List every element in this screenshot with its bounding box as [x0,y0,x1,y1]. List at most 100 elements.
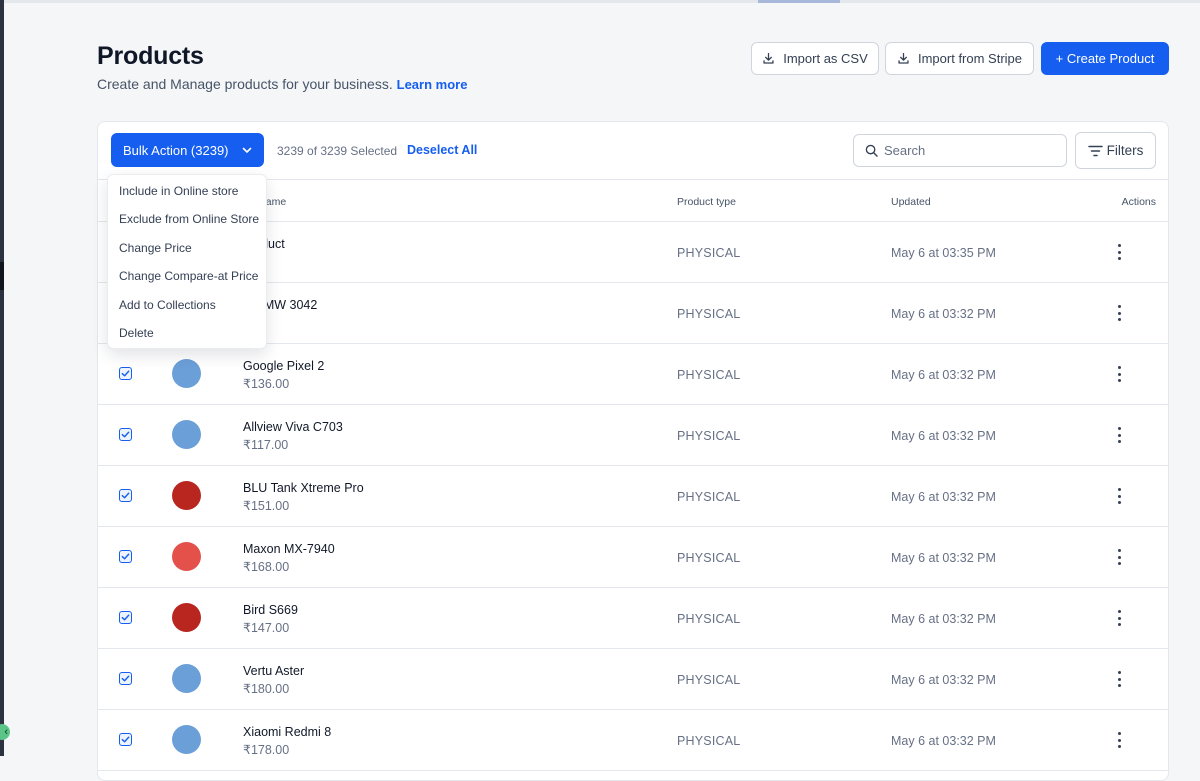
product-updated: May 6 at 03:35 PM [891,246,996,260]
more-actions-icon[interactable] [1114,488,1124,504]
more-actions-icon[interactable] [1114,671,1124,687]
column-header-type[interactable]: Product type [677,196,736,208]
filters-button[interactable]: Filters [1075,132,1156,169]
more-actions-icon[interactable] [1114,366,1124,382]
create-product-label: + Create Product [1055,51,1155,66]
page-title: Products [97,42,204,70]
table-row[interactable]: BLU Tank Xtreme Pro ₹151.00 PHYSICAL May 6 … [98,466,1168,527]
bulk-action-label: Bulk Action (3239) [123,142,229,158]
product-name[interactable]: Allview Viva C703 [243,420,343,434]
more-actions-icon[interactable] [1114,732,1124,748]
product-thumbnail [172,664,201,693]
import-stripe-label: Import from Stripe [917,51,1023,66]
menu-item-delete[interactable]: Delete [108,319,266,347]
check-icon [121,492,130,499]
download-icon [898,52,909,64]
chevron-down-icon [242,147,251,153]
menu-item-change-compare-price[interactable]: Change Compare-at Price [108,262,266,290]
product-type: PHYSICAL [677,307,741,321]
product-name[interactable]: Bird S669 [243,603,298,617]
more-actions-icon[interactable] [1114,427,1124,443]
column-header-updated[interactable]: Updated [891,196,931,208]
import-csv-label: Import as CSV [783,51,868,66]
menu-item-exclude-online-store[interactable]: Exclude from Online Store [108,205,266,233]
import-stripe-button[interactable]: Import from Stripe [885,42,1034,75]
product-name[interactable]: Xiaomi Redmi 8 [243,725,331,739]
more-actions-icon[interactable] [1114,305,1124,321]
more-actions-icon[interactable] [1114,610,1124,626]
product-thumbnail [172,542,201,571]
sidebar-active-marker [0,262,4,290]
menu-item-include-online-store[interactable]: Include in Online store [108,177,266,205]
product-name[interactable]: Maxon MX-7940 [243,542,335,556]
product-updated: May 6 at 03:32 PM [891,490,996,504]
menu-item-add-to-collections[interactable]: Add to Collections [108,291,266,319]
product-type: PHYSICAL [677,429,741,443]
bulk-action-button[interactable]: Bulk Action (3239) [111,133,264,167]
more-actions-icon[interactable] [1114,549,1124,565]
check-icon [121,370,130,377]
search-input[interactable] [884,143,1054,158]
table-row[interactable]: Bird S669 ₹147.00 PHYSICAL May 6 at 03:32 P… [98,588,1168,649]
product-type: PHYSICAL [677,246,741,260]
bulk-action-menu: Include in Online store Exclude from Onl… [107,174,267,349]
check-icon [121,431,130,438]
row-checkbox[interactable] [119,611,132,624]
product-name[interactable]: Vertu Aster [243,664,304,678]
filters-label: Filters [1106,143,1144,158]
product-thumbnail [172,359,201,388]
table-row[interactable]: Vertu Aster ₹180.00 PHYSICAL May 6 at 03:32… [98,649,1168,710]
check-icon [121,675,130,682]
download-icon [763,52,774,64]
search-box[interactable] [853,134,1067,167]
product-thumbnail [172,420,201,449]
product-name[interactable]: BLU Tank Xtreme Pro [243,481,364,495]
product-price: ₹180.00 [243,682,290,696]
product-thumbnail [172,481,201,510]
product-name[interactable]: Google Pixel 2 [243,359,324,373]
create-product-button[interactable]: + Create Product [1041,42,1169,75]
product-type: PHYSICAL [677,490,741,504]
product-thumbnail [172,725,201,754]
product-price: ₹117.00 [243,438,289,452]
product-updated: May 6 at 03:32 PM [891,612,996,626]
table-row[interactable]: Allview Viva C703 ₹117.00 PHYSICAL May 6 at… [98,405,1168,466]
product-type: PHYSICAL [677,612,741,626]
product-updated: May 6 at 03:32 PM [891,307,996,321]
page-subtitle-text: Create and Manage products for your busi… [97,76,393,92]
product-type: PHYSICAL [677,673,741,687]
column-header-actions: Actions [1121,196,1156,208]
top-tab-active-indicator [758,0,840,3]
top-tab-rule [4,0,1200,3]
sidebar-collapse-icon[interactable]: ‹ [0,724,10,740]
row-checkbox[interactable] [119,550,132,563]
learn-more-link[interactable]: Learn more [397,77,468,92]
product-updated: May 6 at 03:32 PM [891,673,996,687]
table-row[interactable]: Maxon MX-7940 ₹168.00 PHYSICAL May 6 at 03:… [98,527,1168,588]
product-updated: May 6 at 03:32 PM [891,551,996,565]
row-checkbox[interactable] [119,428,132,441]
product-type: PHYSICAL [677,734,741,748]
row-checkbox[interactable] [119,367,132,380]
deselect-all-link[interactable]: Deselect All [407,143,477,157]
product-price: ₹178.00 [243,743,290,757]
app-sidebar-edge [0,0,4,756]
product-price: ₹136.00 [243,377,290,391]
import-csv-button[interactable]: Import as CSV [751,42,879,75]
check-icon [121,736,130,743]
row-checkbox[interactable] [119,733,132,746]
check-icon [121,614,130,621]
table-row[interactable]: Google Pixel 2 ₹136.00 PHYSICAL May 6 at 03… [98,344,1168,405]
filter-icon [1087,145,1103,156]
product-type: PHYSICAL [677,551,741,565]
page-subtitle: Create and Manage products for your busi… [97,76,467,92]
product-updated: May 6 at 03:32 PM [891,429,996,443]
row-checkbox[interactable] [119,489,132,502]
product-price: ₹147.00 [243,621,290,635]
table-row[interactable]: Xiaomi Redmi 8 ₹178.00 PHYSICAL May 6 at 03… [98,710,1168,771]
menu-item-change-price[interactable]: Change Price [108,234,266,262]
more-actions-icon[interactable] [1114,244,1124,260]
row-checkbox[interactable] [119,672,132,685]
search-icon [865,144,878,157]
product-price: ₹168.00 [243,560,290,574]
